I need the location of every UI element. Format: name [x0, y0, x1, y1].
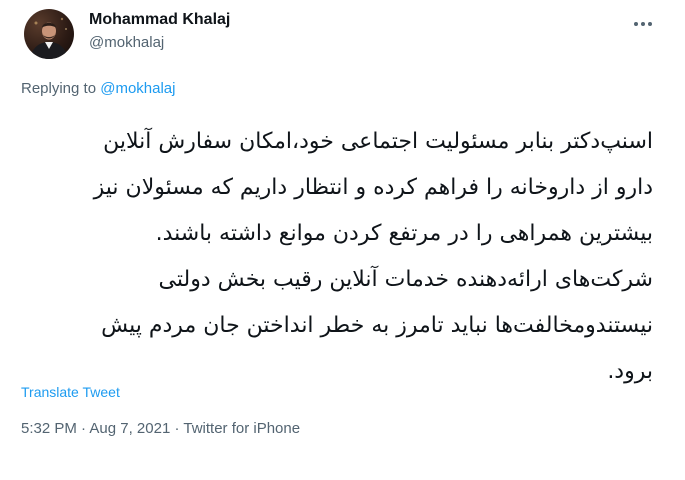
- avatar-photo: [30, 17, 68, 59]
- tweet-text: اسنپ‌دکتر بنابر مسئولیت اجتماعی خود،امکا…: [13, 119, 653, 395]
- avatar[interactable]: [24, 9, 74, 59]
- tweet-text-line: نیستندومخالفت‌ها نباید تامرز به خطر اندا…: [101, 313, 653, 338]
- tweet-text-line: دارو از داروخانه را فراهم کرده و انتظار …: [93, 175, 653, 200]
- tweet-text-line: اسنپ‌دکتر بنابر مسئولیت اجتماعی خود،امکا…: [103, 129, 653, 154]
- tweet-time-link[interactable]: 5:32 PM: [21, 420, 77, 437]
- replying-to: Replying to @mokhalaj: [21, 80, 175, 97]
- translate-tweet-link[interactable]: Translate Tweet: [21, 384, 120, 400]
- tweet-meta: 5:32 PM · Aug 7, 2021 · Twitter for iPho…: [21, 420, 300, 437]
- tweet-text-line: بیشترین همراهی را در مرتفع کردن موانع دا…: [155, 221, 653, 246]
- replying-mention-link[interactable]: @mokhalaj: [100, 80, 175, 97]
- tweet: Mohammad Khalaj @mokhalaj Replying to @m…: [0, 0, 685, 480]
- meta-separator: ·: [76, 420, 90, 437]
- dot: [641, 22, 645, 26]
- meta-separator: ·: [170, 420, 184, 437]
- tweet-source-link[interactable]: Twitter for iPhone: [183, 420, 300, 437]
- more-horizontal-icon[interactable]: [626, 14, 660, 34]
- tweet-date-link[interactable]: Aug 7, 2021: [89, 420, 170, 437]
- dot: [634, 22, 638, 26]
- author-handle[interactable]: @mokhalaj: [89, 34, 164, 51]
- author-name[interactable]: Mohammad Khalaj: [89, 11, 230, 29]
- tweet-text-line: شرکت‌های ارائه‌دهنده خدمات آنلاین رقیب ب…: [158, 267, 653, 292]
- replying-prefix: Replying to: [21, 80, 101, 97]
- dot: [648, 22, 652, 26]
